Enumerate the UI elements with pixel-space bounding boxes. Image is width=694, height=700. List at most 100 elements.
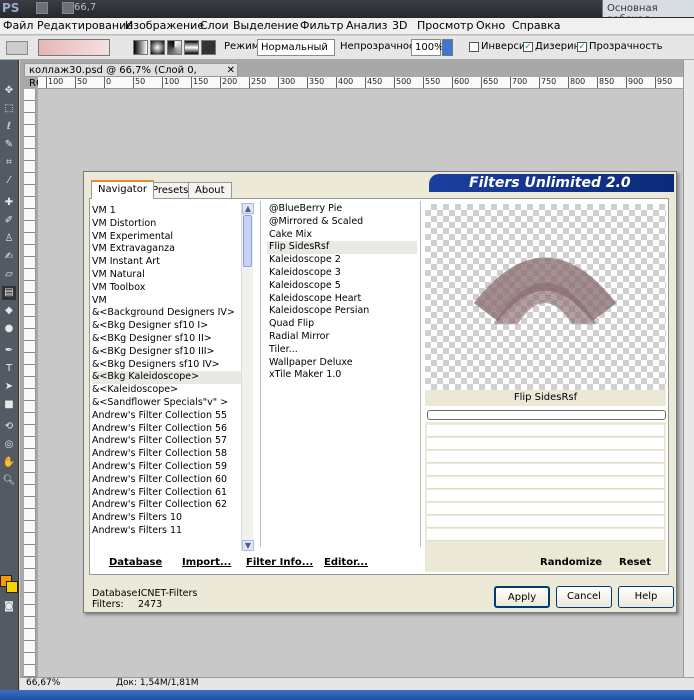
- category-item[interactable]: Andrew's Filter Collection 55: [92, 410, 252, 423]
- menu-layers[interactable]: Слои: [200, 19, 229, 32]
- pen-tool-icon[interactable]: ✒: [2, 344, 16, 358]
- reflected-gradient-button[interactable]: [184, 40, 199, 55]
- gradient-tool-icon[interactable]: ▤: [2, 286, 16, 300]
- dither-checkbox[interactable]: ✓: [523, 42, 533, 52]
- quick-select-tool-icon[interactable]: ✎: [2, 138, 16, 152]
- filter-item[interactable]: Kaleidoscope 3: [267, 267, 417, 280]
- eraser-tool-icon[interactable]: ▱: [2, 268, 16, 282]
- history-brush-tool-icon[interactable]: ✍: [2, 250, 16, 264]
- crop-tool-icon[interactable]: ⌗: [2, 156, 16, 170]
- bridge-icon[interactable]: [36, 2, 48, 14]
- category-item[interactable]: &<BKg Designer sf10 III>: [92, 346, 252, 359]
- radial-gradient-button[interactable]: [150, 40, 165, 55]
- transparency-checkbox[interactable]: ✓: [577, 42, 587, 52]
- cancel-button[interactable]: Cancel: [556, 586, 612, 608]
- status-zoom[interactable]: 66,67%: [26, 678, 60, 688]
- menu-help[interactable]: Справка: [512, 19, 560, 32]
- menu-window[interactable]: Окно: [476, 19, 505, 32]
- category-item[interactable]: VM Experimental: [92, 231, 252, 244]
- tool-preset-picker[interactable]: [6, 41, 28, 55]
- filter-item[interactable]: Wallpaper Deluxe: [267, 357, 417, 370]
- 3d-rotate-tool-icon[interactable]: ⟲: [2, 420, 16, 434]
- vertical-scrollbar[interactable]: [683, 60, 694, 677]
- category-item[interactable]: Andrew's Filters 10: [92, 512, 252, 525]
- filter-item[interactable]: Flip SidesRsf: [267, 241, 417, 255]
- marquee-tool-icon[interactable]: ⬚: [2, 102, 16, 116]
- category-item[interactable]: &<Bkg Kaleidoscope>: [92, 371, 252, 385]
- move-tool-icon[interactable]: ✥: [2, 84, 16, 98]
- lasso-tool-icon[interactable]: ℓ: [2, 120, 16, 134]
- quick-mask-icon[interactable]: ◙: [2, 600, 16, 614]
- editor-link[interactable]: Editor...: [324, 557, 368, 568]
- filter-item[interactable]: Radial Mirror: [267, 331, 417, 344]
- scroll-up-icon[interactable]: ▲: [242, 203, 254, 214]
- category-item[interactable]: VM Instant Art: [92, 256, 252, 269]
- category-item[interactable]: &<Sandflower Specials"v" >: [92, 397, 252, 410]
- brush-tool-icon[interactable]: ✐: [2, 214, 16, 228]
- import-link[interactable]: Import...: [182, 557, 231, 568]
- filter-info-link[interactable]: Filter Info...: [246, 557, 313, 568]
- filter-item[interactable]: Kaleidoscope 2: [267, 254, 417, 267]
- category-item[interactable]: Andrew's Filters 11: [92, 525, 252, 538]
- filter-item[interactable]: Kaleidoscope 5: [267, 280, 417, 293]
- menu-file[interactable]: Файл: [3, 19, 33, 32]
- zoom-tool-icon[interactable]: 🔍︎: [2, 474, 16, 488]
- menu-image[interactable]: Изображение: [125, 19, 204, 32]
- help-button[interactable]: Help: [618, 586, 674, 608]
- category-item[interactable]: Andrew's Filter Collection 57: [92, 435, 252, 448]
- menu-view[interactable]: Просмотр: [417, 19, 473, 32]
- apply-button[interactable]: Apply: [494, 586, 550, 608]
- inversion-checkbox[interactable]: [469, 42, 479, 52]
- menu-3d[interactable]: 3D: [392, 19, 407, 32]
- gradient-picker[interactable]: [38, 39, 110, 56]
- linear-gradient-button[interactable]: [133, 40, 148, 55]
- shape-tool-icon[interactable]: ■: [2, 398, 16, 412]
- menu-edit[interactable]: Редактирование: [37, 19, 133, 32]
- menu-select[interactable]: Выделение: [233, 19, 299, 32]
- background-color-swatch[interactable]: [6, 581, 18, 593]
- filter-item[interactable]: Quad Flip: [267, 318, 417, 331]
- filter-item[interactable]: Tiler...: [267, 344, 417, 357]
- menu-filter[interactable]: Фильтр: [300, 19, 344, 32]
- dodge-tool-icon[interactable]: ●: [2, 322, 16, 336]
- healing-brush-tool-icon[interactable]: ✚: [2, 196, 16, 210]
- opacity-input[interactable]: 100%: [411, 39, 444, 56]
- type-tool-icon[interactable]: T: [2, 362, 16, 376]
- filter-item[interactable]: Kaleidoscope Persian: [267, 305, 417, 318]
- category-item[interactable]: &<Bkg Designers sf10 IV>: [92, 359, 252, 372]
- category-item[interactable]: Andrew's Filter Collection 56: [92, 423, 252, 436]
- filter-item[interactable]: @Mirrored & Scaled: [267, 216, 417, 229]
- close-document-icon[interactable]: ✕: [227, 64, 235, 77]
- category-list[interactable]: VM 1 VM Distortion VM Experimental VM Extra…: [92, 205, 252, 545]
- category-item[interactable]: Andrew's Filter Collection 61: [92, 487, 252, 500]
- category-item[interactable]: Andrew's Filter Collection 58: [92, 448, 252, 461]
- category-item[interactable]: VM Toolbox: [92, 282, 252, 295]
- category-scrollbar[interactable]: ▲ ▼: [241, 203, 254, 551]
- category-item[interactable]: &<BKg Designer sf10 II>: [92, 333, 252, 346]
- clone-stamp-tool-icon[interactable]: ♙: [2, 232, 16, 246]
- category-scroll-thumb[interactable]: [243, 215, 252, 267]
- hand-tool-icon[interactable]: ✋: [2, 456, 16, 470]
- category-item[interactable]: &<Kaleidoscope>: [92, 384, 252, 397]
- category-item[interactable]: VM Natural: [92, 269, 252, 282]
- category-item[interactable]: Andrew's Filter Collection 59: [92, 461, 252, 474]
- eyedropper-tool-icon[interactable]: ⁄: [2, 174, 16, 188]
- path-selection-tool-icon[interactable]: ➤: [2, 380, 16, 394]
- category-item[interactable]: &<Background Designers IV>: [92, 307, 252, 320]
- tab-about[interactable]: About: [188, 182, 232, 198]
- filter-item[interactable]: xTile Maker 1.0: [267, 369, 417, 382]
- diamond-gradient-button[interactable]: [201, 40, 216, 55]
- workspace-switcher[interactable]: Основная рабочая: [602, 0, 694, 25]
- 3d-orbit-tool-icon[interactable]: ◎: [2, 438, 16, 452]
- randomize-link[interactable]: Randomize: [540, 557, 602, 568]
- filter-list[interactable]: @BlueBerry Pie @Mirrored & Scaled Cake Mix…: [267, 203, 417, 543]
- category-item[interactable]: VM Distortion: [92, 218, 252, 231]
- scroll-down-icon[interactable]: ▼: [242, 540, 254, 551]
- angle-gradient-button[interactable]: [167, 40, 182, 55]
- database-link[interactable]: Database: [109, 557, 162, 568]
- blur-tool-icon[interactable]: ◆: [2, 304, 16, 318]
- filter-item[interactable]: @BlueBerry Pie: [267, 203, 417, 216]
- category-item[interactable]: Andrew's Filter Collection 62: [92, 499, 252, 512]
- filter-item[interactable]: Kaleidoscope Heart: [267, 293, 417, 306]
- category-item[interactable]: Andrew's Filter Collection 60: [92, 474, 252, 487]
